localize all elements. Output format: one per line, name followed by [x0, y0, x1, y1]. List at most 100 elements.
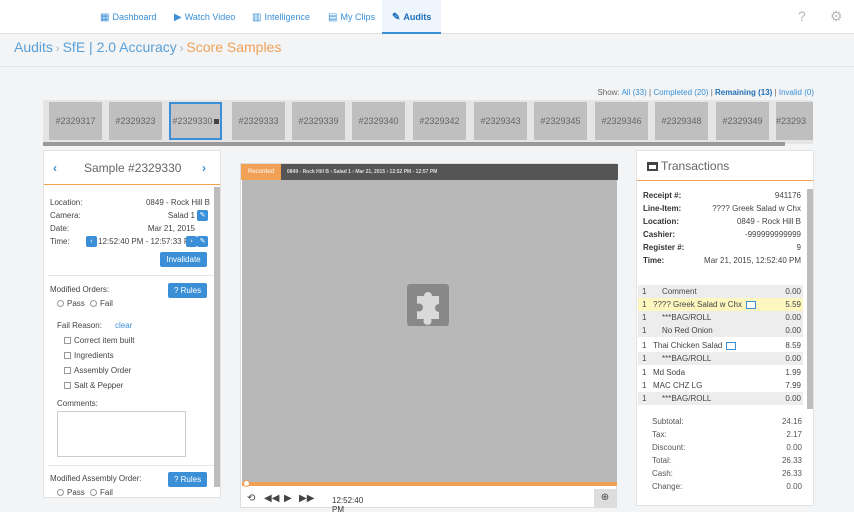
- assembly-rules-button[interactable]: ? Rules: [168, 472, 207, 487]
- help-icon[interactable]: ?: [798, 8, 806, 24]
- sample-strip: #2329317 #2329323 #2329330 #2329333 #232…: [43, 100, 813, 144]
- comments-textarea[interactable]: [57, 411, 186, 457]
- sample-thumb[interactable]: #2329339: [292, 102, 345, 140]
- recorded-badge: Recorded: [241, 164, 281, 180]
- sample-thumb[interactable]: #23293: [776, 102, 813, 140]
- video-progress[interactable]: [242, 480, 617, 487]
- time-prev-icon[interactable]: ‹: [86, 236, 97, 247]
- breadcrumb-audits[interactable]: Audits: [14, 39, 53, 55]
- edit-time-icon[interactable]: ✎: [197, 236, 208, 247]
- total-row: Total: 26.33: [652, 456, 802, 465]
- time-label: Time:: [50, 237, 70, 246]
- sample-thumb[interactable]: #2329340: [352, 102, 405, 140]
- list-item-selected[interactable]: 1???? Greek Salad w Chx 5.59: [638, 298, 803, 311]
- play-circle-icon: ▶: [174, 12, 182, 23]
- breadcrumb-current: Score Samples: [186, 39, 282, 55]
- replay-icon[interactable]: ⟲: [247, 493, 255, 504]
- next-sample-icon[interactable]: ›: [202, 161, 206, 175]
- list-item[interactable]: 1 No Red Onion 0.00: [638, 324, 803, 337]
- bar-chart-icon: ▥: [252, 12, 262, 23]
- camera-icon: [213, 119, 219, 125]
- reason-checkbox[interactable]: Salt & Pepper: [64, 381, 123, 390]
- play-icon[interactable]: ▶: [284, 493, 292, 504]
- date-value: Mar 21, 2015: [147, 224, 195, 233]
- reason-checkbox[interactable]: Assembly Order: [64, 366, 131, 375]
- cash-row: Cash: 26.33: [652, 469, 802, 478]
- sample-thumb[interactable]: #2329323: [109, 102, 162, 140]
- nav-my-clips[interactable]: ▤ My Clips: [328, 0, 375, 34]
- details-icon[interactable]: [726, 341, 737, 350]
- video-screen[interactable]: [242, 180, 617, 482]
- camera-label: Camera:: [50, 211, 81, 220]
- assembly-fail-radio[interactable]: Fail: [90, 488, 113, 497]
- strip-scrollbar[interactable]: [43, 142, 785, 146]
- list-item[interactable]: 1 MAC CHZ LG 7.99: [638, 379, 803, 392]
- pass-radio[interactable]: Pass: [57, 299, 85, 308]
- gear-icon[interactable]: ⚙: [830, 8, 843, 25]
- assembly-pass-radio[interactable]: Pass: [57, 488, 85, 497]
- reason-checkbox[interactable]: Correct item built: [64, 336, 134, 345]
- sample-thumb[interactable]: #2329349: [716, 102, 769, 140]
- filter-completed[interactable]: Completed (20): [653, 88, 708, 97]
- sample-thumb-selected[interactable]: #2329330: [169, 102, 222, 140]
- transactions-header: Transactions: [637, 151, 813, 181]
- sample-header: ‹ Sample #2329330 ›: [44, 151, 220, 185]
- breadcrumb: Audits › SfE | 2.0 Accuracy › Score Samples: [14, 39, 282, 55]
- camera-value: Salad 1: [167, 211, 195, 220]
- nav-intelligence[interactable]: ▥ Intelligence: [252, 0, 310, 34]
- top-nav: ▦ Dashboard ▶ Watch Video ▥ Intelligence ▤ M…: [0, 0, 854, 34]
- nav-watch-video[interactable]: ▶ Watch Video: [174, 0, 235, 34]
- date-label: Date:: [50, 224, 70, 233]
- filter-all[interactable]: All (33): [621, 88, 646, 97]
- list-item[interactable]: 1 ***BAG/ROLL 0.00: [638, 352, 803, 365]
- list-item[interactable]: 1 Md Soda 1.99: [638, 366, 803, 379]
- sample-thumb[interactable]: #2329317: [49, 102, 102, 140]
- receipt-row: Receipt #: 941176: [643, 191, 801, 200]
- dashboard-icon: ▦: [100, 12, 110, 23]
- sample-scrollbar[interactable]: [214, 187, 220, 487]
- sample-thumb[interactable]: #2329342: [413, 102, 466, 140]
- comments-label: Comments:: [57, 399, 98, 408]
- list-item[interactable]: 1 Thai Chicken Salad 8.59: [638, 339, 803, 352]
- breadcrumb-audit[interactable]: SfE | 2.0 Accuracy: [63, 39, 177, 55]
- film-icon: ▤: [328, 12, 338, 23]
- prev-sample-icon[interactable]: ‹: [53, 161, 57, 175]
- list-item[interactable]: 1 ***BAG/ROLL 0.00: [638, 311, 803, 324]
- fast-forward-icon[interactable]: ▶▶: [299, 493, 314, 504]
- discount-row: Discount: 0.00: [652, 443, 802, 452]
- details-icon[interactable]: [745, 300, 756, 309]
- time-row: Time: Mar 21, 2015, 12:52:40 PM: [643, 256, 801, 265]
- register-row: Register #: 9: [643, 243, 801, 252]
- progress-handle[interactable]: [243, 480, 250, 487]
- sample-filters: Show: All (33) | Completed (20) | Remain…: [597, 88, 814, 97]
- current-time: 12:52:40 PM: [332, 496, 364, 512]
- rewind-icon[interactable]: ◀◀: [264, 493, 279, 504]
- subtotal-row: Subtotal: 24.16: [652, 417, 802, 426]
- transactions-panel: Transactions Receipt #: 941176 Line-Item:…: [636, 150, 814, 506]
- nav-audits[interactable]: ✎ Audits: [382, 0, 442, 34]
- sample-title: Sample #2329330: [84, 161, 182, 175]
- transactions-title: Transactions: [661, 159, 730, 173]
- transactions-scrollbar[interactable]: [807, 189, 813, 409]
- zoom-icon[interactable]: ⊕: [594, 489, 616, 507]
- filter-invalid[interactable]: Invalid (0): [779, 88, 814, 97]
- nav-dashboard[interactable]: ▦ Dashboard: [100, 0, 156, 34]
- sample-thumb[interactable]: #2329348: [655, 102, 708, 140]
- rules-button[interactable]: ? Rules: [168, 283, 207, 298]
- invalidate-button[interactable]: Invalidate: [160, 252, 207, 267]
- fail-radio[interactable]: Fail: [90, 299, 113, 308]
- sample-thumb[interactable]: #2329345: [534, 102, 587, 140]
- time-next-icon[interactable]: ›: [186, 236, 197, 247]
- plugin-puzzle-icon: [407, 284, 449, 326]
- sample-thumb[interactable]: #2329343: [474, 102, 527, 140]
- sample-thumb[interactable]: #2329346: [595, 102, 648, 140]
- clear-link[interactable]: clear: [115, 321, 132, 330]
- list-item[interactable]: 1 Comment 0.00: [638, 285, 803, 298]
- filter-remaining[interactable]: Remaining (13): [715, 88, 772, 97]
- list-item[interactable]: 1 ***BAG/ROLL 0.00: [638, 392, 803, 405]
- time-value: 12:52:40 PM - 12:57:33 PM: [98, 237, 196, 246]
- reason-checkbox[interactable]: Ingredients: [64, 351, 114, 360]
- edit-camera-icon[interactable]: ✎: [197, 210, 208, 221]
- sample-thumb[interactable]: #2329333: [232, 102, 285, 140]
- modified-assembly-label: Modified Assembly Order:: [50, 474, 142, 483]
